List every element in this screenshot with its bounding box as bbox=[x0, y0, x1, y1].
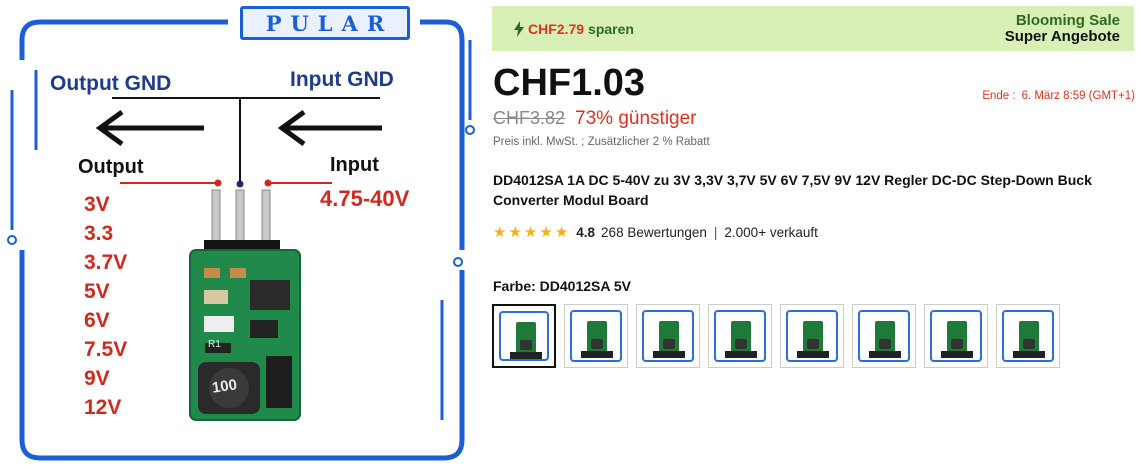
rating-stars: ★ ★ ★ ★ ★ bbox=[493, 225, 568, 240]
promo-savings: CHF2.79 sparen bbox=[514, 20, 634, 37]
star-icon: ★ bbox=[508, 224, 522, 241]
voltage-item: 9V bbox=[84, 367, 110, 390]
savings-amount: CHF2.79 bbox=[528, 20, 585, 37]
voltage-item: 7.5V bbox=[84, 338, 128, 361]
rating-row[interactable]: ★ ★ ★ ★ ★ 4.8 268 Bewertungen | 2.000+ v… bbox=[493, 225, 818, 240]
variant-swatch[interactable] bbox=[996, 304, 1060, 368]
savings-suffix: sparen bbox=[588, 20, 634, 37]
sale-badge[interactable]: Blooming Sale Super Angebote bbox=[1004, 11, 1120, 45]
original-price: CHF3.82 bbox=[493, 108, 566, 128]
product-image[interactable]: PULAR Output GND Input GND Output Input … bbox=[0, 0, 476, 474]
star-icon: ★ bbox=[493, 224, 507, 241]
swatch-chip bbox=[951, 339, 963, 349]
swatch-chip bbox=[663, 339, 675, 349]
output-label: Output bbox=[78, 156, 144, 178]
rating-value: 4.8 bbox=[576, 225, 596, 240]
variant-swatch[interactable] bbox=[780, 304, 844, 368]
lightning-bolt-icon bbox=[514, 20, 524, 37]
star-icon: ★ bbox=[554, 224, 569, 241]
brand-logo-text: PULAR bbox=[265, 10, 394, 36]
input-gnd-label: Input GND bbox=[290, 68, 394, 91]
star-icon: ★ bbox=[523, 224, 538, 241]
variant-swatch[interactable] bbox=[564, 304, 628, 368]
output-voltage-list: 3V 3.3 3.7V 5V 6V 7.5V 9V 12V bbox=[84, 190, 127, 422]
resistor-marking: R1 bbox=[208, 339, 221, 350]
swatch-tag bbox=[581, 351, 613, 358]
swatch-tag bbox=[869, 351, 901, 358]
voltage-item: 3V bbox=[84, 193, 110, 216]
discount-text: 73% günstiger bbox=[575, 108, 697, 129]
price-comparison: CHF3.82 73% günstiger bbox=[493, 108, 697, 130]
sale-name: Blooming Sale bbox=[1015, 11, 1120, 29]
star-icon: ★ bbox=[539, 224, 553, 241]
swatch-chip bbox=[879, 339, 891, 349]
variant-swatch[interactable] bbox=[924, 304, 988, 368]
review-count-link[interactable]: 268 Bewertungen bbox=[601, 225, 707, 240]
voltage-item: 6V bbox=[84, 309, 110, 332]
price-note: Preis inkl. MwSt. ; Zusätzlicher 2 % Rab… bbox=[493, 136, 710, 148]
swatch-chip bbox=[1023, 339, 1035, 349]
output-gnd-label: Output GND bbox=[50, 72, 172, 95]
voltage-item: 5V bbox=[84, 280, 110, 303]
inductor-marking: 100 bbox=[210, 376, 239, 397]
swatch-tag bbox=[941, 351, 973, 358]
variant-swatch[interactable] bbox=[636, 304, 700, 368]
voltage-item: 3.7V bbox=[84, 251, 128, 274]
sold-count: 2.000+ verkauft bbox=[724, 225, 818, 240]
sale-end-time: Ende : 6. März 8:59 (GMT+1) bbox=[982, 90, 1135, 102]
swatch-chip bbox=[807, 339, 819, 349]
variant-swatch[interactable] bbox=[852, 304, 916, 368]
product-title: DD4012SA 1A DC 5-40V zu 3V 3,3V 3,7V 5V … bbox=[493, 172, 1092, 208]
input-label: Input bbox=[330, 154, 379, 176]
divider: | bbox=[713, 225, 718, 240]
brand-banner: PULAR bbox=[240, 6, 410, 40]
voltage-item: 12V bbox=[84, 396, 122, 419]
swatch-chip bbox=[520, 340, 532, 350]
swatch-tag bbox=[797, 351, 829, 358]
sale-subtitle: Super Angebote bbox=[1004, 27, 1120, 45]
input-range-label: 4.75-40V bbox=[320, 186, 410, 211]
swatch-tag bbox=[653, 351, 685, 358]
sale-end-label: Ende : bbox=[982, 90, 1016, 102]
variant-swatch-list bbox=[492, 304, 1060, 368]
promo-bar[interactable]: CHF2.79 sparen Blooming Sale Super Angeb… bbox=[492, 6, 1134, 51]
variant-swatch[interactable] bbox=[708, 304, 772, 368]
swatch-chip bbox=[591, 339, 603, 349]
variant-label: Farbe: DD4012SA 5V bbox=[493, 278, 631, 294]
swatch-tag bbox=[510, 352, 542, 359]
variant-swatch[interactable] bbox=[492, 304, 556, 368]
sale-end-value: 6. März 8:59 (GMT+1) bbox=[1021, 90, 1135, 102]
swatch-tag bbox=[1013, 351, 1045, 358]
current-price: CHF1.03 bbox=[493, 62, 646, 104]
swatch-chip bbox=[735, 339, 747, 349]
swatch-tag bbox=[725, 351, 757, 358]
voltage-item: 3.3 bbox=[84, 222, 114, 245]
